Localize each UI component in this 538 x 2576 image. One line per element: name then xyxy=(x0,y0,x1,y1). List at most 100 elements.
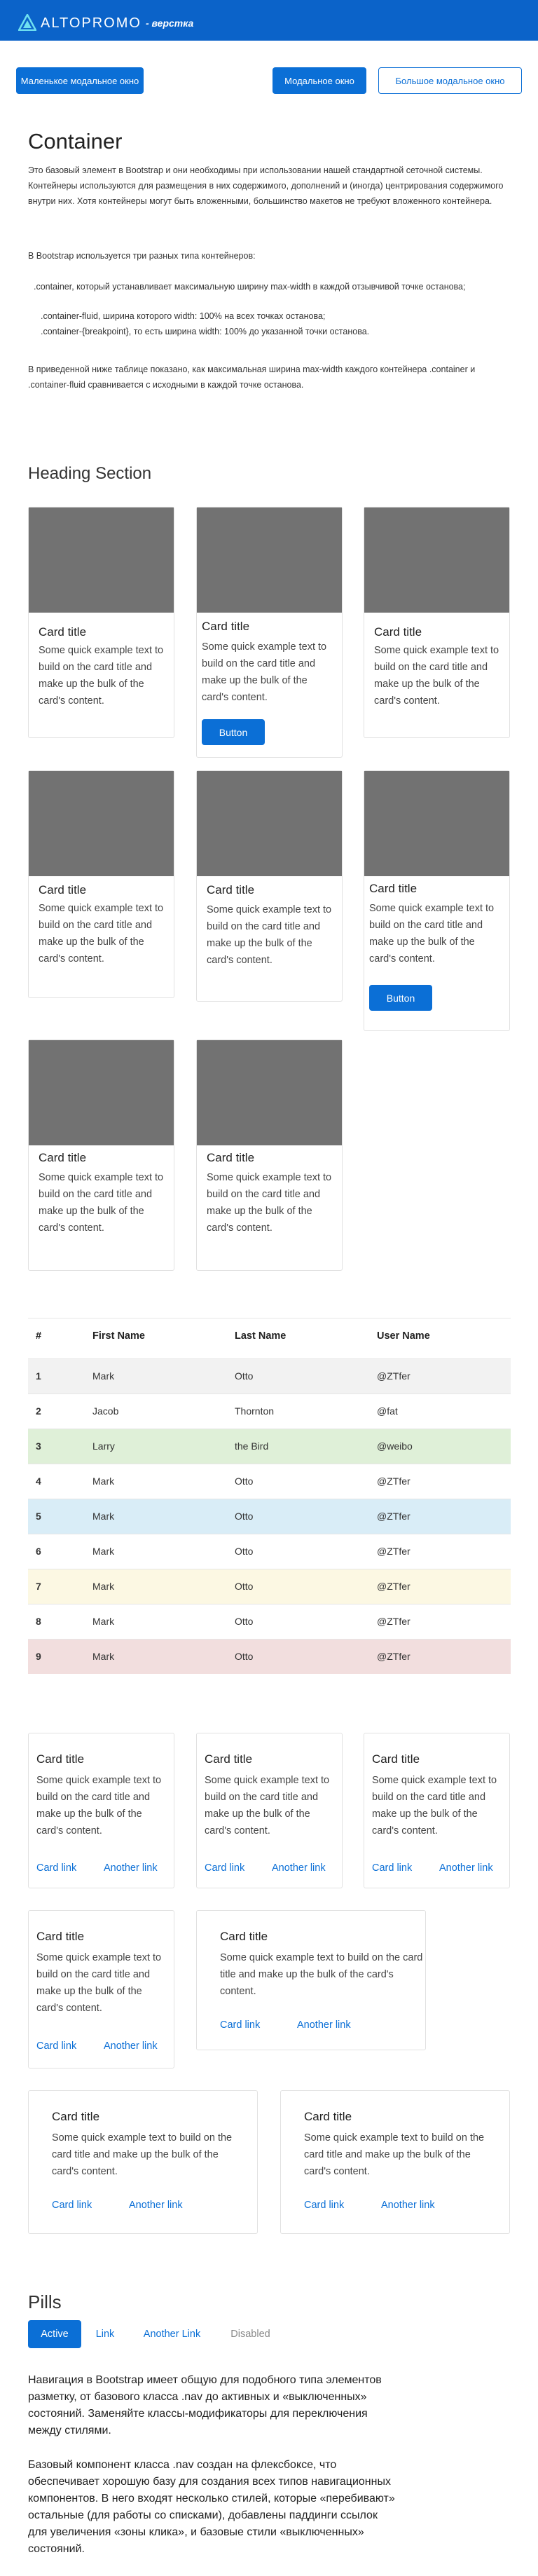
table-header-user-name: User Name xyxy=(377,1330,430,1342)
card-title: Card title xyxy=(220,1930,268,1943)
card-image xyxy=(197,1040,342,1145)
cell-last-name: Otto xyxy=(235,1546,254,1557)
cell-first-name: Mark xyxy=(92,1581,115,1592)
cell-last-name: Otto xyxy=(235,1581,254,1592)
card-link[interactable]: Card link xyxy=(52,2200,92,2211)
container-paragraph-3: В приведенной ниже таблице показано, как… xyxy=(28,364,476,390)
card-link[interactable]: Card link xyxy=(372,1862,412,1874)
another-link[interactable]: Another link xyxy=(272,1862,326,1874)
cell-number: 9 xyxy=(36,1651,41,1662)
cell-number: 6 xyxy=(36,1546,41,1557)
card-title: Card title xyxy=(36,1752,85,1766)
card-link[interactable]: Card link xyxy=(220,2019,260,2031)
cell-last-name: Otto xyxy=(235,1370,254,1382)
cell-number: 4 xyxy=(36,1476,41,1487)
another-link[interactable]: Another link xyxy=(297,2019,351,2031)
cell-first-name: Mark xyxy=(92,1651,115,1662)
card-text: Some quick example text to build on the … xyxy=(39,1172,164,1234)
card-link[interactable]: Card link xyxy=(304,2200,344,2211)
another-link[interactable]: Another link xyxy=(381,2200,435,2211)
container-list-item-2: .container-fluid, ширина которого width:… xyxy=(41,311,326,321)
card-button[interactable]: Button xyxy=(202,719,265,745)
another-link[interactable]: Another link xyxy=(439,1862,493,1874)
cell-user-name: @ZTfer xyxy=(377,1651,411,1662)
table-row: 2 Jacob Thornton @fat xyxy=(28,1393,511,1429)
card-text: Some quick example text to build on the … xyxy=(39,903,164,965)
link-card: Card title Some quick example text to bu… xyxy=(28,2090,258,2234)
cell-last-name: Otto xyxy=(235,1511,254,1522)
table-row: 5 Mark Otto @ZTfer xyxy=(28,1499,511,1534)
cell-user-name: @ZTfer xyxy=(377,1370,411,1382)
card-title: Card title xyxy=(369,882,418,895)
card-link[interactable]: Card link xyxy=(205,1862,244,1874)
logo-text[interactable]: ALTOPROMO xyxy=(41,15,142,32)
image-card: Card title Some quick example text to bu… xyxy=(28,507,174,738)
another-link[interactable]: Another link xyxy=(104,2040,158,2052)
table-header-last-name: Last Name xyxy=(235,1330,287,1342)
card-text: Some quick example text to build on the … xyxy=(304,2132,485,2177)
card-image xyxy=(197,771,342,876)
cell-user-name: @ZTfer xyxy=(377,1511,411,1522)
card-title: Card title xyxy=(304,2110,352,2123)
another-link[interactable]: Another link xyxy=(104,1862,158,1874)
heading-section-title: Heading Section xyxy=(28,464,152,483)
cell-last-name: Thornton xyxy=(235,1405,275,1417)
logo-subtitle: - верстка xyxy=(146,18,194,29)
pills-paragraph-2: Базовый компонент класса .nav создан на … xyxy=(28,2459,395,2555)
modal-button[interactable]: Модальное окно xyxy=(273,67,366,94)
cell-last-name: the Bird xyxy=(235,1440,269,1452)
card-text: Some quick example text to build on the … xyxy=(207,1172,332,1234)
image-card: Card title Some quick example text to bu… xyxy=(28,770,174,998)
card-text: Some quick example text to build on the … xyxy=(202,641,327,703)
card-image xyxy=(364,771,509,876)
another-link[interactable]: Another link xyxy=(129,2200,183,2211)
card-title: Card title xyxy=(205,1752,253,1766)
pill-link[interactable]: Link xyxy=(85,2320,125,2348)
pills-title: Pills xyxy=(28,2291,62,2312)
card-button[interactable]: Button xyxy=(369,985,432,1011)
small-modal-button[interactable]: Маленькое модальное окно xyxy=(16,67,144,94)
cell-user-name: @fat xyxy=(377,1405,398,1417)
card-title: Card title xyxy=(207,883,255,897)
link-card: Card title Some quick example text to bu… xyxy=(196,1910,426,2050)
pills-paragraph-1: Навигация в Bootstrap имеет общую для по… xyxy=(28,2374,382,2437)
logo-triangle-icon[interactable] xyxy=(18,14,36,31)
card-title: Card title xyxy=(372,1752,420,1766)
container-paragraph-1: Это базовый элемент в Bootstrap и они не… xyxy=(28,165,504,206)
pill-active[interactable]: Active xyxy=(28,2320,81,2348)
cell-number: 2 xyxy=(36,1405,41,1417)
table-row: 9 Mark Otto @ZTfer xyxy=(28,1639,511,1674)
image-card: Card title Some quick example text to bu… xyxy=(196,1040,343,1271)
link-card: Card title Some quick example text to bu… xyxy=(196,1733,343,1888)
link-card: Card title Some quick example text to bu… xyxy=(280,2090,510,2234)
table-row: 8 Mark Otto @ZTfer xyxy=(28,1604,511,1639)
container-paragraph-2: В Bootstrap используется три разных типа… xyxy=(28,251,256,261)
cell-number: 8 xyxy=(36,1616,41,1627)
cell-first-name: Mark xyxy=(92,1476,115,1487)
card-text: Some quick example text to build on the … xyxy=(207,904,332,966)
cell-last-name: Otto xyxy=(235,1616,254,1627)
cell-first-name: Mark xyxy=(92,1616,115,1627)
card-title: Card title xyxy=(52,2110,100,2123)
table-row: 3 Larry the Bird @weibo xyxy=(28,1429,511,1464)
cell-last-name: Otto xyxy=(235,1651,254,1662)
card-title: Card title xyxy=(39,1151,87,1164)
card-title: Card title xyxy=(202,620,250,633)
cell-user-name: @ZTfer xyxy=(377,1476,411,1487)
card-text: Some quick example text to build on the … xyxy=(374,645,499,707)
pill-another-link[interactable]: Another Link xyxy=(132,2320,212,2348)
pill-disabled: Disabled xyxy=(230,2329,270,2340)
card-image xyxy=(364,507,509,613)
card-image xyxy=(197,507,342,613)
cell-user-name: @ZTfer xyxy=(377,1546,411,1557)
card-link[interactable]: Card link xyxy=(36,1862,76,1874)
card-title: Card title xyxy=(207,1151,255,1164)
link-card: Card title Some quick example text to bu… xyxy=(28,1733,174,1888)
cell-user-name: @ZTfer xyxy=(377,1616,411,1627)
cell-number: 7 xyxy=(36,1581,41,1592)
large-modal-button[interactable]: Большое модальное окно xyxy=(378,67,522,94)
card-text: Some quick example text to build on the … xyxy=(205,1775,330,1836)
cell-number: 3 xyxy=(36,1440,41,1452)
table-row: 4 Mark Otto @ZTfer xyxy=(28,1464,511,1499)
card-link[interactable]: Card link xyxy=(36,2040,76,2052)
